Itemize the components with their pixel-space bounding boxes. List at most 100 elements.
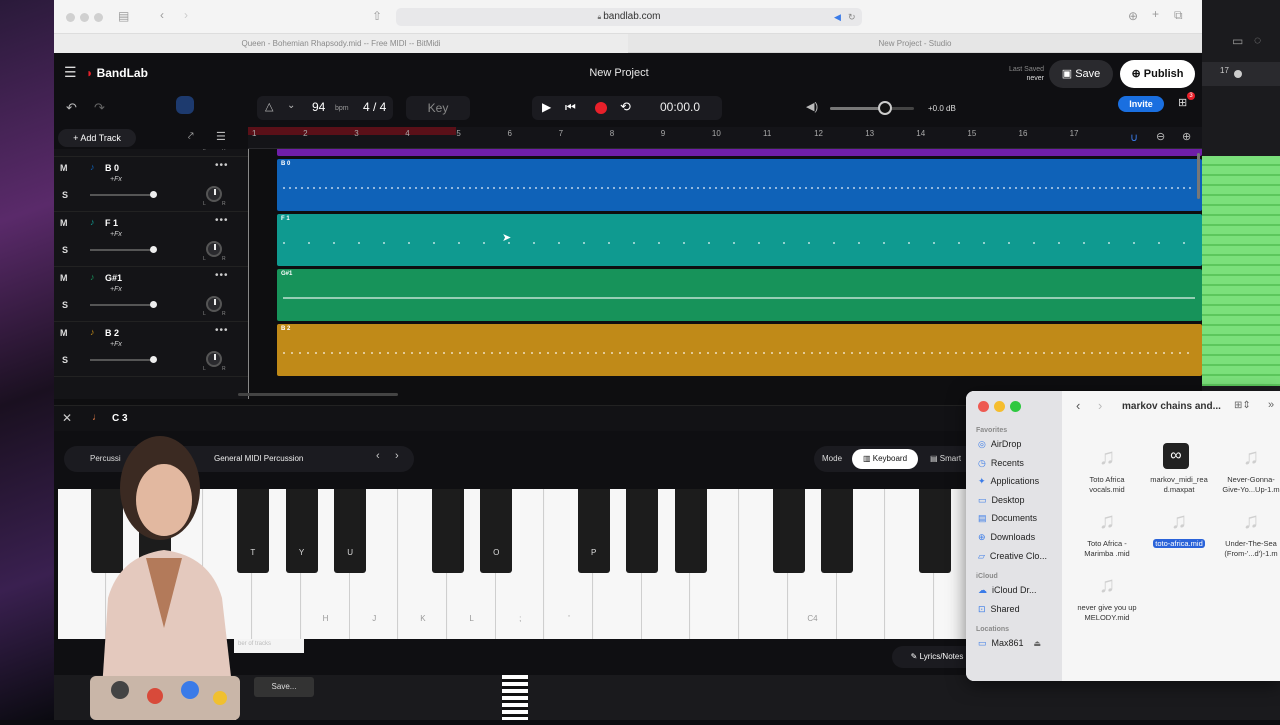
automation-icon[interactable]: ⤤ bbox=[188, 131, 194, 142]
midi-region[interactable] bbox=[277, 149, 1202, 156]
sidebar-item-recents[interactable]: ◷ Recents bbox=[978, 458, 1024, 469]
track-name[interactable]: F 1 bbox=[105, 218, 118, 228]
mixer-toggle-button[interactable] bbox=[176, 96, 194, 114]
sidebar-item-documents[interactable]: ▤ Documents bbox=[978, 513, 1037, 524]
track-more-icon[interactable]: ••• bbox=[215, 215, 229, 226]
track-pan-knob[interactable] bbox=[206, 241, 222, 257]
horizontal-scrollbar[interactable] bbox=[238, 393, 398, 396]
publish-button[interactable]: ⊕ Publish bbox=[1120, 60, 1195, 88]
track-pan-knob[interactable] bbox=[206, 296, 222, 312]
sidebar-item-icloud-1[interactable]: ⊡ Shared bbox=[978, 604, 1020, 615]
window-minimize-button[interactable] bbox=[80, 13, 89, 22]
midi-region[interactable]: F 1 bbox=[277, 214, 1202, 266]
piano-black-key[interactable]: O bbox=[480, 489, 513, 573]
track-pan-knob[interactable] bbox=[206, 186, 222, 202]
mode-smart-tab[interactable]: ▤ Smart bbox=[930, 454, 961, 463]
midi-region[interactable]: B 0 bbox=[277, 159, 1202, 211]
url-field[interactable]: 🔒︎ bandlab.com ◀︎ ↻ bbox=[396, 8, 862, 26]
sidebar-item-airdrop[interactable]: ◎ AirDrop bbox=[978, 439, 1021, 450]
loop-icon[interactable]: ⟲ bbox=[620, 99, 631, 115]
piano-black-key[interactable] bbox=[772, 489, 805, 573]
track-fx-button[interactable]: +Fx bbox=[110, 286, 122, 293]
sidebar-item-downloads[interactable]: ⊕ Downloads bbox=[978, 532, 1035, 543]
eject-icon[interactable]: ⏏ bbox=[1034, 639, 1042, 648]
solo-button[interactable]: S bbox=[62, 190, 68, 200]
speaker-icon[interactable]: ◀︎ bbox=[834, 8, 841, 26]
master-volume-slider[interactable] bbox=[830, 101, 914, 115]
track-pan-knob[interactable] bbox=[206, 351, 222, 367]
mute-button[interactable]: M bbox=[60, 273, 68, 283]
play-icon[interactable]: ▶ bbox=[542, 100, 551, 114]
skip-back-icon[interactable]: ⏮︎ bbox=[565, 100, 576, 115]
metronome-icon[interactable]: △ bbox=[265, 100, 273, 113]
new-tab-icon[interactable]: + bbox=[1152, 7, 1159, 21]
track-more-icon[interactable]: ••• bbox=[215, 160, 229, 171]
track-volume-slider[interactable] bbox=[90, 356, 157, 363]
track-fx-button[interactable]: +Fx bbox=[110, 231, 122, 238]
tab-bandlab-studio[interactable]: New Project - Studio bbox=[628, 34, 1202, 53]
track-volume-knob[interactable] bbox=[150, 356, 157, 363]
piano-black-key[interactable] bbox=[918, 489, 951, 573]
volume-knob[interactable] bbox=[878, 101, 893, 115]
sidebar-item-icloud-0[interactable]: ☁ iCloud Dr... bbox=[978, 585, 1037, 596]
key-selector[interactable]: Key bbox=[406, 96, 470, 120]
piano-black-key[interactable]: Y bbox=[285, 489, 318, 573]
track-name[interactable]: B 2 bbox=[105, 328, 119, 338]
playhead[interactable] bbox=[248, 149, 249, 399]
tab-overview-icon[interactable]: ⧉ bbox=[1174, 8, 1183, 23]
close-icon[interactable]: ✕ bbox=[62, 411, 72, 425]
sidebar-item-applications[interactable]: ✦ Applications bbox=[978, 476, 1039, 487]
timeline-ruler[interactable]: 1 2 3 4 5 6 7 8 9 10 11 12 13 14 15 16 17 bbox=[248, 127, 1202, 149]
window-close-button[interactable] bbox=[66, 13, 75, 22]
gift-icon[interactable]: ⊞ bbox=[1178, 96, 1187, 109]
download-icon[interactable]: ⊕ bbox=[1128, 9, 1138, 23]
piano-black-key[interactable] bbox=[431, 489, 464, 573]
track-settings-icon[interactable]: ☰ bbox=[216, 130, 226, 143]
bpm-value[interactable]: 94 bbox=[312, 100, 325, 114]
sidebar-item-creative-clo[interactable]: ▱ Creative Clo... bbox=[978, 551, 1047, 562]
solo-button[interactable]: S bbox=[62, 300, 68, 310]
save-button[interactable]: ▣ Save bbox=[1049, 60, 1113, 88]
mute-button[interactable]: M bbox=[60, 163, 68, 173]
side-scroll-knob[interactable] bbox=[1234, 70, 1242, 78]
file-item[interactable]: ♫ Under-The-Sea (From-'...d')-1.m bbox=[1216, 505, 1280, 565]
mute-button[interactable]: M bbox=[60, 218, 68, 228]
loop-region[interactable] bbox=[248, 127, 456, 135]
file-item[interactable]: ♫ toto-africa.mid bbox=[1144, 505, 1214, 565]
file-item[interactable]: ♫ Toto Africa vocals.mid bbox=[1072, 441, 1142, 501]
file-item[interactable]: ∞ markov_midi_rea d.maxpat bbox=[1144, 441, 1214, 501]
track-more-icon[interactable]: ••• bbox=[215, 325, 229, 336]
piano-black-key[interactable] bbox=[626, 489, 659, 573]
window-zoom-button[interactable] bbox=[94, 13, 103, 22]
sidebar-item-desktop[interactable]: ▭ Desktop bbox=[978, 495, 1025, 506]
chevron-right-icon[interactable]: › bbox=[395, 450, 399, 462]
track-volume-knob[interactable] bbox=[150, 191, 157, 198]
midi-region[interactable]: G#1 bbox=[277, 269, 1202, 321]
track-volume-slider[interactable] bbox=[90, 301, 157, 308]
vertical-scrollbar[interactable] bbox=[1197, 153, 1200, 199]
redo-icon[interactable]: ↷ bbox=[94, 100, 105, 116]
track-volume-knob[interactable] bbox=[150, 246, 157, 253]
reload-icon[interactable]: ↻ bbox=[848, 8, 856, 26]
tab-bitmidi[interactable]: Queen - Bohemian Rhapsody.mid -- Free MI… bbox=[54, 34, 628, 53]
sidebar-toggle-icon[interactable]: ▭ bbox=[1232, 34, 1243, 48]
solo-button[interactable]: S bbox=[62, 355, 68, 365]
track-volume-knob[interactable] bbox=[150, 301, 157, 308]
track-volume-slider[interactable] bbox=[90, 246, 157, 253]
arrangement-lanes[interactable]: B 0 F 1 G#1 B 2 ➤ bbox=[248, 149, 1202, 399]
track-volume-slider[interactable] bbox=[90, 191, 157, 198]
add-track-button[interactable]: + Add Track bbox=[58, 129, 136, 147]
background-save-button[interactable]: Save... bbox=[254, 677, 314, 697]
mute-button[interactable]: M bbox=[60, 328, 68, 338]
magnet-icon[interactable]: ∪ bbox=[1130, 131, 1138, 144]
file-item[interactable]: ♫ Toto Africa - Marimba .mid bbox=[1072, 505, 1142, 565]
piano-black-key[interactable]: U bbox=[334, 489, 367, 573]
zoom-in-icon[interactable]: ⊕ bbox=[1182, 130, 1191, 143]
back-arrow-icon[interactable]: ‹ bbox=[160, 8, 164, 22]
share-icon[interactable]: ⇧ bbox=[372, 9, 382, 23]
invite-button[interactable]: Invite bbox=[1118, 96, 1164, 112]
piano-black-key[interactable] bbox=[675, 489, 708, 573]
volume-icon[interactable]: ◀︎) bbox=[806, 100, 818, 113]
file-item[interactable]: ♫ Never-Gonna- Give-Yo...Up-1.m bbox=[1216, 441, 1280, 501]
sidebar-item-drive[interactable]: ▭ Max861 ⏏ bbox=[978, 638, 1041, 649]
